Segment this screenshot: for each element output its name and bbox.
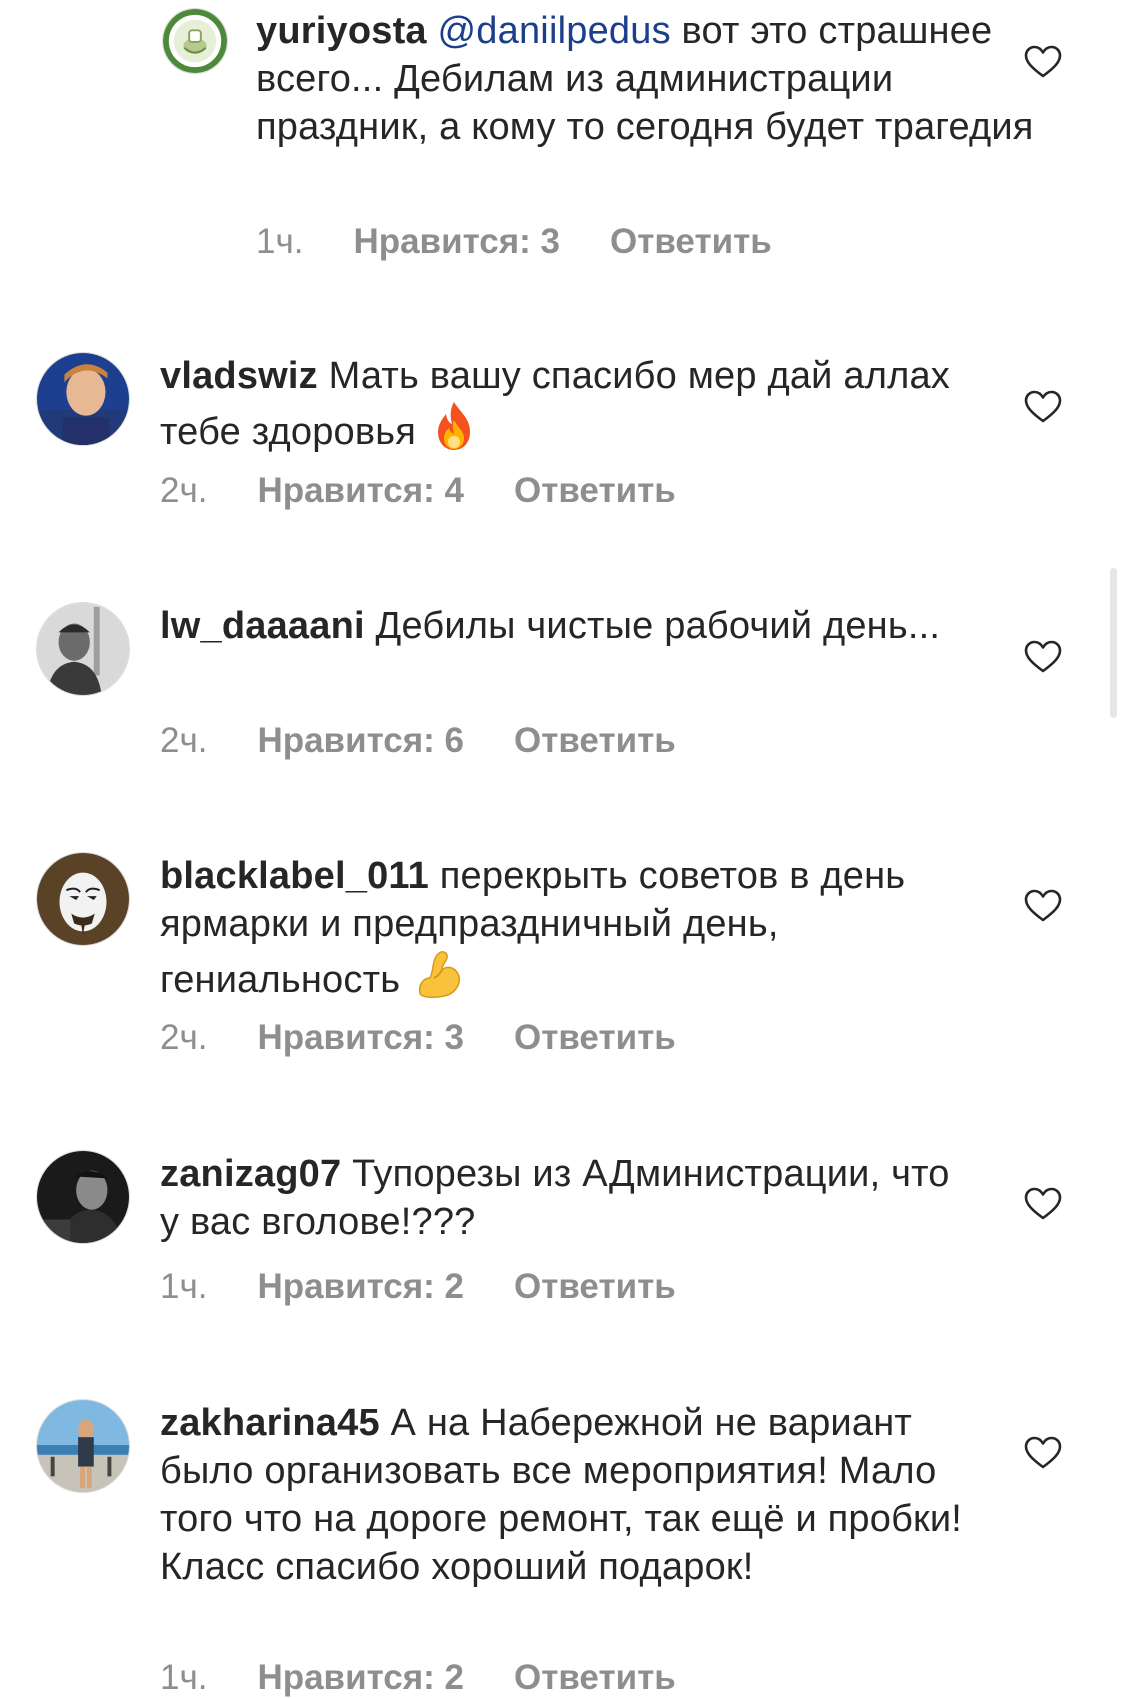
- comment-text: yuriyosta @daniilpedus вот это страшнее …: [256, 7, 1066, 151]
- comment-time: 2ч.: [160, 471, 208, 510]
- avatar[interactable]: [36, 602, 130, 696]
- reply-button[interactable]: Ответить: [514, 1658, 676, 1698]
- heart-outline-icon: [1024, 1436, 1062, 1469]
- comment-mention[interactable]: @daniilpedus: [438, 10, 671, 52]
- reply-button[interactable]: Ответить: [514, 1018, 676, 1058]
- comment-meta: 1ч. Нравится: 2 Ответить: [160, 1267, 676, 1307]
- avatar[interactable]: [36, 1399, 130, 1493]
- like-button[interactable]: [1024, 640, 1062, 674]
- like-button[interactable]: [1024, 390, 1062, 424]
- comment-text: vladswiz Мать вашу спасибо мер дай аллах…: [160, 352, 970, 456]
- comment-likes[interactable]: Нравится: 4: [257, 471, 464, 511]
- comment-username[interactable]: zakharina45: [160, 1402, 380, 1444]
- comment-meta: 2ч. Нравится: 6 Ответить: [160, 721, 676, 761]
- like-button[interactable]: [1024, 1187, 1062, 1221]
- like-button[interactable]: [1024, 1436, 1062, 1470]
- comment-username[interactable]: vladswiz: [160, 355, 318, 397]
- comment-text: lw_daaaani Дебилы чистые рабочий день...: [160, 602, 970, 650]
- avatar[interactable]: [36, 1150, 130, 1244]
- reply-button[interactable]: Ответить: [514, 1267, 676, 1307]
- comment-time: 2ч.: [160, 1018, 208, 1057]
- comment-likes[interactable]: Нравится: 6: [257, 721, 464, 761]
- heart-outline-icon: [1024, 1187, 1062, 1220]
- comment-likes[interactable]: Нравится: 2: [257, 1658, 464, 1698]
- flexed-biceps-emoji: [414, 948, 462, 1000]
- comment-time: 1ч.: [160, 1267, 208, 1306]
- comment-time: 1ч.: [160, 1658, 208, 1697]
- comment-username[interactable]: zanizag07: [160, 1153, 341, 1195]
- comment-text: blacklabel_011 перекрыть советов в день …: [160, 852, 970, 1004]
- scrollbar[interactable]: [1110, 568, 1117, 718]
- comment-likes[interactable]: Нравится: 3: [353, 222, 560, 262]
- comment-meta: 2ч. Нравится: 4 Ответить: [160, 471, 676, 511]
- comment-meta: 2ч. Нравится: 3 Ответить: [160, 1018, 676, 1058]
- comment-likes[interactable]: Нравится: 2: [257, 1267, 464, 1307]
- reply-button[interactable]: Ответить: [514, 721, 676, 761]
- comment-username[interactable]: blacklabel_011: [160, 855, 429, 897]
- like-button[interactable]: [1024, 45, 1062, 79]
- fire-emoji: [430, 400, 478, 452]
- heart-outline-icon: [1024, 640, 1062, 673]
- comment-likes[interactable]: Нравится: 3: [257, 1018, 464, 1058]
- comment-username[interactable]: lw_daaaani: [160, 605, 365, 647]
- heart-outline-icon: [1024, 889, 1062, 922]
- avatar[interactable]: [36, 352, 130, 446]
- comment-text: zakharina45 А на Набережной не вариант б…: [160, 1399, 970, 1591]
- like-button[interactable]: [1024, 889, 1062, 923]
- comment-time: 1ч.: [256, 222, 304, 261]
- heart-outline-icon: [1024, 45, 1062, 78]
- comment-meta: 1ч. Нравится: 3 Ответить: [256, 222, 772, 262]
- comment-meta: 1ч. Нравится: 2 Ответить: [160, 1658, 676, 1698]
- avatar[interactable]: [36, 852, 130, 946]
- comment-time: 2ч.: [160, 721, 208, 760]
- reply-button[interactable]: Ответить: [610, 222, 772, 262]
- comment-username[interactable]: yuriyosta: [256, 10, 427, 52]
- heart-outline-icon: [1024, 390, 1062, 423]
- comment-text: zanizag07 Тупорезы из АДминистрации, что…: [160, 1150, 970, 1246]
- avatar[interactable]: [162, 8, 228, 74]
- comment-body: Дебилы чистые рабочий день...: [364, 605, 941, 647]
- reply-button[interactable]: Ответить: [514, 471, 676, 511]
